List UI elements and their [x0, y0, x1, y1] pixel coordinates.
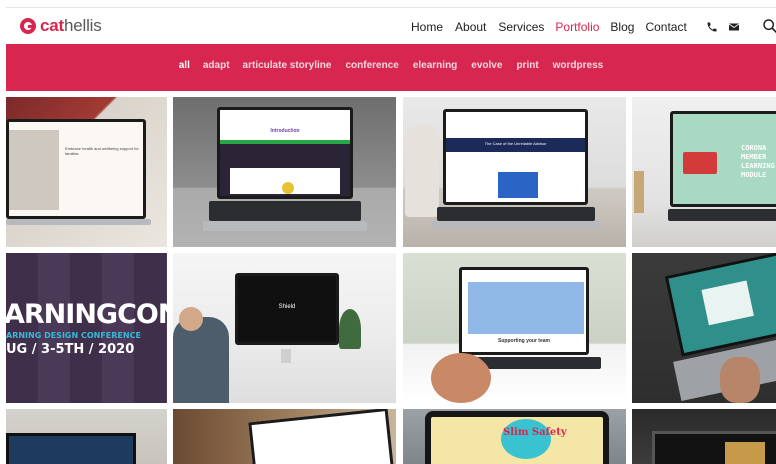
portfolio-tile-12[interactable]	[632, 409, 776, 464]
logo-text: cathellis	[40, 16, 102, 36]
laptop-base	[6, 219, 151, 225]
screen-title: The Case of the Unreliable Advisor	[484, 141, 547, 146]
portfolio-tile-10[interactable]	[173, 409, 396, 464]
nav-contact[interactable]: Contact	[645, 20, 686, 34]
nav-portfolio[interactable]: Portfolio	[555, 20, 599, 34]
filter-conference[interactable]: conference	[345, 60, 398, 71]
screen-title: CORONA MEMBER LEARNING MODULE	[741, 144, 775, 179]
filter-print[interactable]: print	[516, 60, 538, 71]
portfolio-tile-5[interactable]: ARNINGCON ARNING DESIGN CONFERENCE UG / …	[6, 253, 167, 403]
vase	[405, 125, 439, 217]
screen-illustration	[501, 419, 551, 459]
laptop-base	[203, 221, 367, 231]
filter-evolve[interactable]: evolve	[471, 60, 502, 71]
portfolio-tile-4[interactable]: CORONA MEMBER LEARNING MODULE	[632, 97, 776, 247]
screen-card	[701, 280, 754, 326]
conference-subtitle: ARNING DESIGN CONFERENCE	[6, 331, 141, 340]
portfolio-tile-2[interactable]: Introduction	[173, 97, 396, 247]
plant	[339, 309, 361, 349]
site-logo[interactable]: cathellis	[20, 16, 102, 36]
portfolio-tile-1[interactable]: Embrace health and wellbeing support for…	[6, 97, 167, 247]
laptop-screen: CORONA MEMBER LEARNING MODULE	[670, 111, 776, 207]
laptop-keyboard	[209, 201, 361, 221]
screen-title: Slim Safety	[503, 427, 567, 438]
laptop-screen: The Case of the Unreliable Advisor	[443, 109, 588, 205]
screen-illustration	[468, 282, 584, 334]
site-header: cathellis Home About Services Portfolio …	[6, 7, 776, 44]
screen-text: Embrace health and wellbeing support for…	[65, 146, 139, 156]
filter-articulate-storyline[interactable]: articulate storyline	[243, 60, 332, 71]
filter-wordpress[interactable]: wordpress	[553, 60, 604, 71]
filter-list: all adapt articulate storyline conferenc…	[6, 60, 776, 71]
laptop-keyboard	[437, 207, 595, 221]
person-head	[179, 307, 203, 331]
portfolio-tile-11[interactable]: Slim Safety	[403, 409, 626, 464]
person-figure	[173, 317, 229, 403]
nav-blog[interactable]: Blog	[610, 20, 634, 34]
screen-card	[498, 172, 538, 198]
laptop-screen: Supporting your team	[459, 267, 589, 355]
portfolio-tile-8[interactable]	[632, 253, 776, 403]
laptop-screen	[6, 433, 136, 464]
screen-title: Supporting your team	[498, 338, 550, 344]
logo-text-prefix: cat	[40, 16, 64, 35]
logo-mark-icon	[20, 18, 36, 34]
laptop-screen	[652, 431, 776, 464]
portfolio-filter-bar: all adapt articulate storyline conferenc…	[6, 44, 776, 91]
nav-services[interactable]: Services	[498, 20, 544, 34]
conference-title: ARNINGCON	[6, 299, 167, 330]
pencil-cup	[634, 171, 644, 213]
screen-photo	[725, 442, 765, 464]
monitor-screen: Shield	[235, 273, 339, 345]
phone-icon[interactable]	[706, 21, 718, 33]
screen-title: Shield	[278, 304, 296, 310]
main-nav: Home About Services Portfolio Blog Conta…	[411, 20, 687, 34]
filter-adapt[interactable]: adapt	[203, 60, 230, 71]
laptop-keyboard	[668, 209, 776, 221]
tablet-screen: Slim Safety	[425, 411, 609, 464]
logo-text-suffix: hellis	[63, 16, 102, 35]
nav-home[interactable]: Home	[411, 20, 443, 34]
nav-about[interactable]: About	[455, 20, 486, 34]
screen-photo	[9, 130, 59, 210]
filter-elearning[interactable]: elearning	[413, 60, 457, 71]
search-icon[interactable]	[762, 18, 776, 34]
screen-title: Introduction	[270, 128, 300, 134]
hand	[431, 353, 491, 403]
portfolio-tile-9[interactable]	[6, 409, 167, 464]
laptop-screen: Embrace health and wellbeing support for…	[6, 119, 146, 219]
portfolio-tile-7[interactable]: Supporting your team	[403, 253, 626, 403]
screen-badge	[282, 182, 294, 194]
laptop-screen: Introduction	[217, 107, 353, 199]
portfolio-tile-6[interactable]: Shield	[173, 253, 396, 403]
filter-all[interactable]: all	[179, 60, 190, 71]
hand	[720, 357, 760, 403]
screen-header	[220, 110, 350, 144]
mail-icon[interactable]	[728, 21, 740, 33]
monitor-stand	[281, 349, 291, 363]
screen-firetruck	[683, 152, 717, 174]
laptop-base	[431, 221, 601, 229]
portfolio-tile-3[interactable]: The Case of the Unreliable Advisor	[403, 97, 626, 247]
conference-date: UG / 3-5TH / 2020	[6, 342, 135, 357]
